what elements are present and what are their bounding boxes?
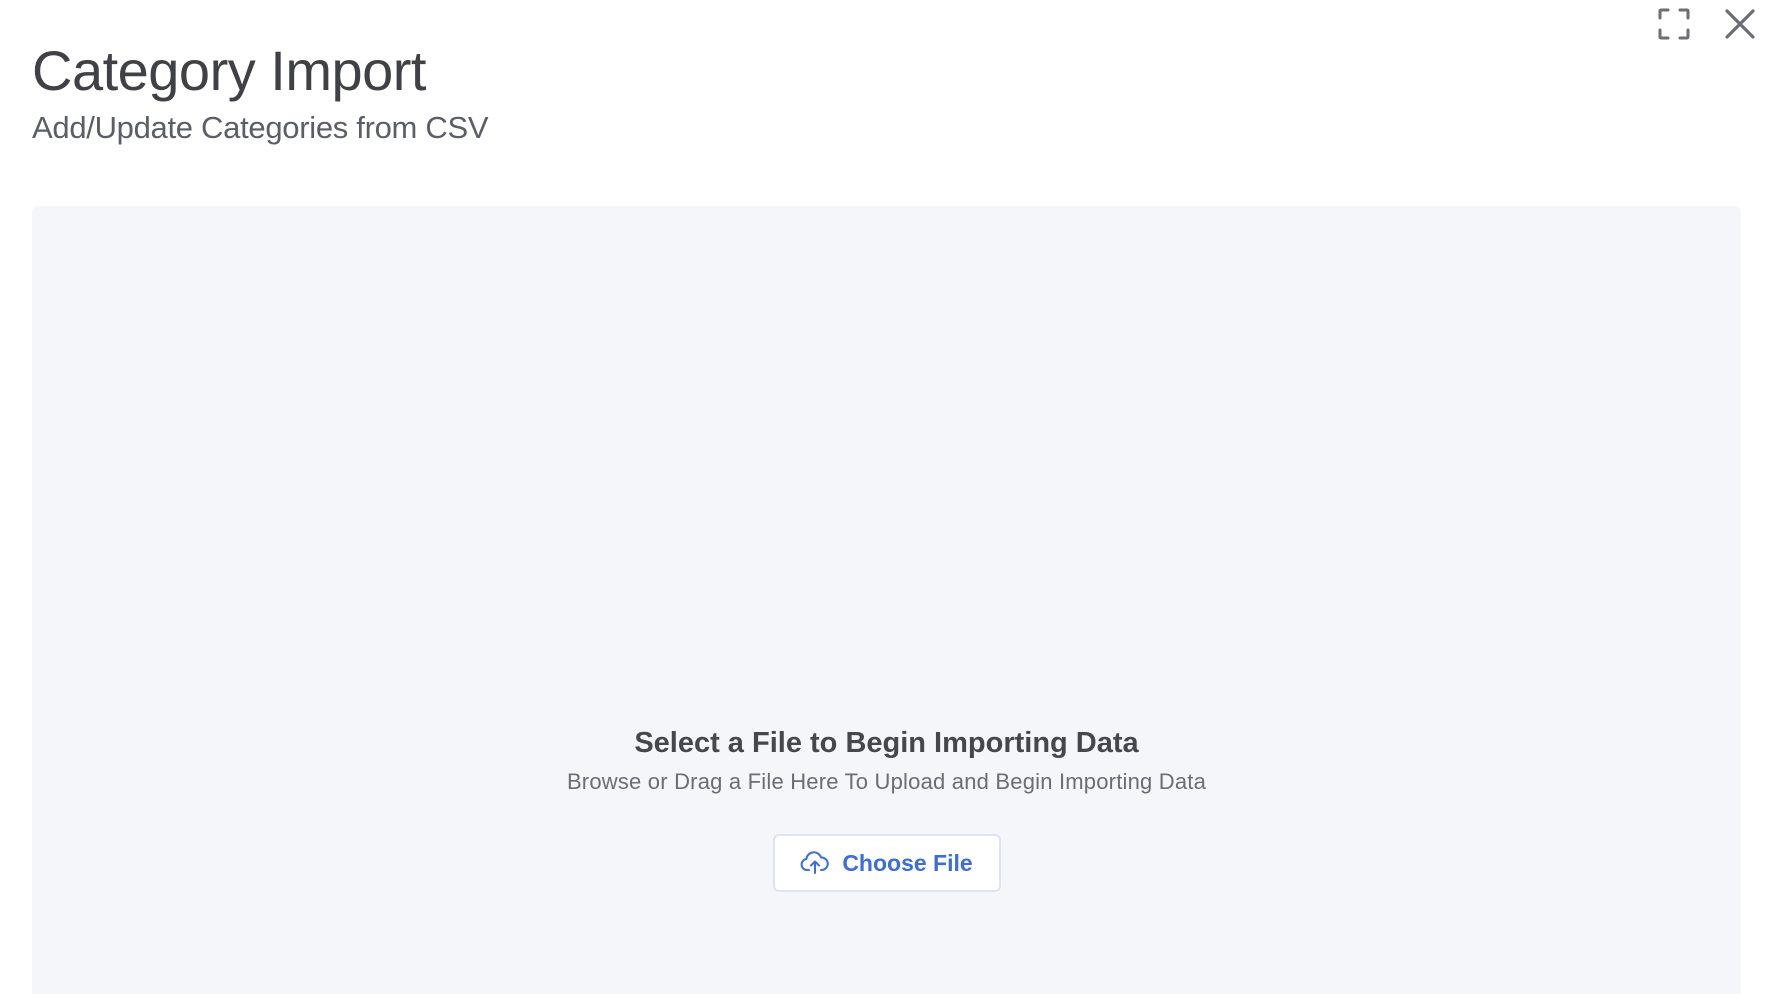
category-import-modal: Category Import Add/Update Categories fr… — [0, 0, 1776, 994]
dropzone-content: Select a File to Begin Importing Data Br… — [32, 724, 1741, 892]
close-icon — [1725, 9, 1755, 39]
page-title: Category Import — [32, 39, 427, 102]
dropzone-subheading: Browse or Drag a File Here To Upload and… — [566, 769, 1207, 794]
file-dropzone[interactable]: Select a File to Begin Importing Data Br… — [32, 206, 1741, 994]
expand-icon — [1658, 8, 1690, 40]
page-subtitle: Add/Update Categories from CSV — [32, 110, 489, 145]
modal-header: Category Import Add/Update Categories fr… — [32, 36, 489, 148]
close-button[interactable] — [1722, 6, 1758, 42]
dropzone-heading: Select a File to Begin Importing Data — [634, 727, 1139, 759]
cloud-upload-icon — [800, 851, 830, 874]
choose-file-button[interactable]: Choose File — [772, 834, 1001, 892]
fullscreen-button[interactable] — [1656, 6, 1692, 42]
window-controls — [1656, 6, 1758, 42]
choose-file-label: Choose File — [842, 849, 973, 876]
